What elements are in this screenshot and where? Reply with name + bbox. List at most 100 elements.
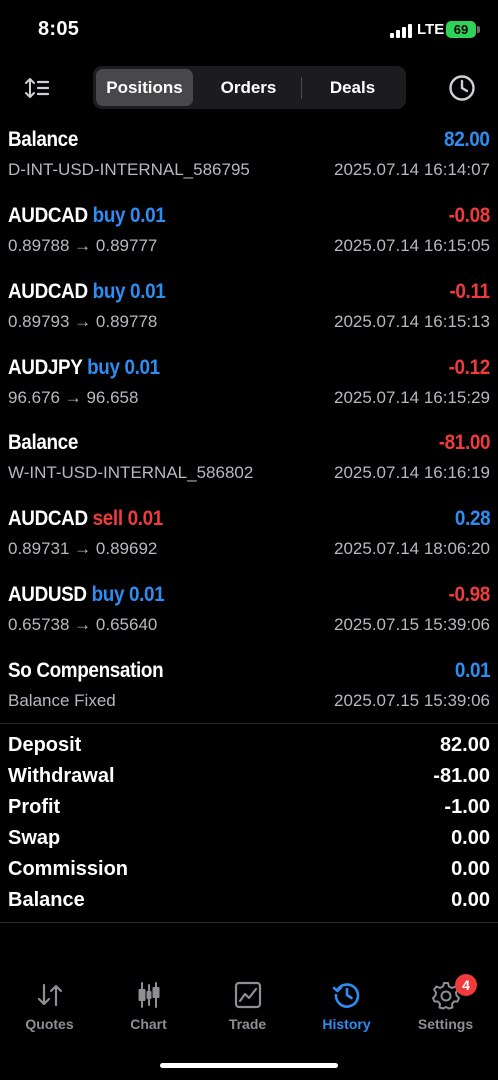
deal-volume: 0.01 (124, 356, 160, 379)
deal-title: AUDCAD buy 0.01 (8, 204, 166, 228)
tab-bar: Quotes Chart Trade History 4 Settings (0, 972, 498, 1042)
deal-title: So Compensation (8, 659, 164, 683)
summary-divider-top (0, 723, 498, 724)
home-indicator (160, 1063, 338, 1068)
summary-label: Withdrawal (8, 765, 115, 787)
deal-row[interactable]: AUDCAD buy 0.01 -0.08 0.89788 → 0.89777 … (0, 204, 498, 280)
deal-subtitle: 0.89793 → 0.89778 (8, 312, 158, 331)
deal-subtitle: 0.65738 → 0.65640 (8, 615, 158, 634)
summary-label: Balance (8, 889, 85, 911)
summary-value: 0.00 (451, 858, 490, 880)
deal-row[interactable]: Balance 82.00 D-INT-USD-INTERNAL_586795 … (0, 128, 498, 204)
deal-volume: 0.01 (130, 204, 166, 227)
deal-time: 2025.07.14 18:06:20 (334, 539, 490, 558)
deal-volume: 0.01 (129, 583, 165, 606)
deal-time: 2025.07.14 16:15:13 (334, 312, 490, 331)
tab-label: Chart (130, 1016, 167, 1032)
summary-divider-bottom (0, 922, 498, 923)
deal-row[interactable]: AUDCAD sell 0.01 0.28 0.89731 → 0.89692 … (0, 507, 498, 583)
deal-symbol: AUDCAD (8, 204, 88, 227)
deal-subtitle: 96.676 → 96.658 (8, 388, 139, 407)
summary-value: 0.00 (451, 827, 490, 849)
deal-side: buy (87, 356, 120, 379)
deal-time: 2025.07.14 16:15:29 (334, 388, 490, 407)
deal-row[interactable]: AUDJPY buy 0.01 -0.12 96.676 → 96.658 20… (0, 356, 498, 432)
tab-label: History (322, 1016, 371, 1032)
network-label: LTE (417, 21, 445, 38)
summary-row-balance: Balance 0.00 (0, 889, 498, 920)
tab-label: Trade (228, 1016, 267, 1032)
deal-row[interactable]: Balance -81.00 W-INT-USD-INTERNAL_586802… (0, 431, 498, 507)
deal-title: AUDCAD buy 0.01 (8, 280, 166, 304)
battery-tip (477, 26, 480, 33)
deal-subtitle: D-INT-USD-INTERNAL_586795 (8, 160, 250, 179)
tab-settings[interactable]: 4 Settings (396, 972, 495, 1042)
deal-amount: -0.12 (448, 356, 491, 379)
deal-amount: 0.28 (454, 507, 491, 530)
tab-deals[interactable]: Deals (302, 69, 403, 106)
deal-amount: -81.00 (438, 431, 491, 454)
deal-subtitle: Balance Fixed (8, 691, 116, 710)
summary-row-swap: Swap 0.00 (0, 827, 498, 858)
summary-label: Profit (8, 796, 61, 818)
deal-row[interactable]: AUDUSD buy 0.01 -0.98 0.65738 → 0.65640 … (0, 583, 498, 659)
summary-row-profit: Profit -1.00 (0, 796, 498, 827)
deal-subtitle: 0.89731 → 0.89692 (8, 539, 158, 558)
tab-trade[interactable]: Trade (198, 972, 297, 1042)
deal-volume: 0.01 (130, 280, 166, 303)
deal-title: AUDJPY buy 0.01 (8, 356, 160, 380)
tab-orders[interactable]: Orders (197, 69, 300, 106)
deal-symbol: AUDCAD (8, 507, 88, 530)
sort-icon[interactable] (24, 76, 50, 100)
deal-title: Balance (8, 431, 78, 455)
summary-label: Commission (8, 858, 129, 880)
summary-value: 82.00 (439, 734, 490, 756)
summary-value: -1.00 (444, 796, 490, 818)
summary-row-withdrawal: Withdrawal -81.00 (0, 765, 498, 796)
deal-amount: -0.11 (449, 280, 491, 303)
status-time: 8:05 (38, 18, 80, 40)
summary-value: 0.00 (451, 889, 490, 911)
summary-value: -81.00 (433, 765, 490, 787)
deal-time: 2025.07.15 15:39:06 (334, 691, 490, 710)
deal-symbol: So Compensation (8, 659, 164, 682)
tab-positions[interactable]: Positions (96, 69, 193, 106)
deal-title: AUDCAD sell 0.01 (8, 507, 163, 531)
deal-side: buy (92, 280, 126, 303)
deal-subtitle: W-INT-USD-INTERNAL_586802 (8, 463, 254, 482)
deal-title: AUDUSD buy 0.01 (8, 583, 165, 607)
signal-icon (390, 24, 412, 38)
deal-subtitle: 0.89788 → 0.89777 (8, 236, 158, 255)
deal-symbol: AUDCAD (8, 280, 88, 303)
battery-icon: 69 (446, 21, 476, 38)
deal-time: 2025.07.14 16:14:07 (334, 160, 490, 179)
deal-symbol: Balance (8, 431, 78, 454)
deal-symbol: AUDUSD (8, 583, 87, 606)
summary-row-commission: Commission 0.00 (0, 858, 498, 889)
deal-side: sell (92, 507, 123, 530)
segmented-control: Positions Orders Deals (93, 66, 406, 109)
deal-side: buy (91, 583, 125, 606)
tab-chart[interactable]: Chart (99, 972, 198, 1042)
deal-amount: 0.01 (454, 659, 491, 682)
deal-amount: -0.98 (448, 583, 491, 606)
quotes-icon (37, 983, 63, 1007)
deal-volume: 0.01 (127, 507, 164, 530)
chart-icon (138, 982, 160, 1008)
deal-title: Balance (8, 128, 78, 152)
deal-time: 2025.07.15 15:39:06 (334, 615, 490, 634)
tab-quotes[interactable]: Quotes (0, 972, 99, 1042)
history-icon (332, 983, 360, 1008)
deal-time: 2025.07.14 16:16:19 (334, 463, 490, 482)
tab-label: Settings (417, 1016, 474, 1032)
summary-label: Deposit (8, 734, 82, 756)
notification-badge: 4 (455, 974, 477, 996)
deal-row[interactable]: AUDCAD buy 0.01 -0.11 0.89793 → 0.89778 … (0, 280, 498, 356)
tab-label: Quotes (25, 1016, 74, 1032)
deal-symbol: AUDJPY (8, 356, 83, 379)
deal-time: 2025.07.14 16:15:05 (334, 236, 490, 255)
deal-amount: -0.08 (448, 204, 491, 227)
deal-side: buy (92, 204, 126, 227)
tab-history[interactable]: History (297, 972, 396, 1042)
clock-icon[interactable] (448, 74, 476, 102)
